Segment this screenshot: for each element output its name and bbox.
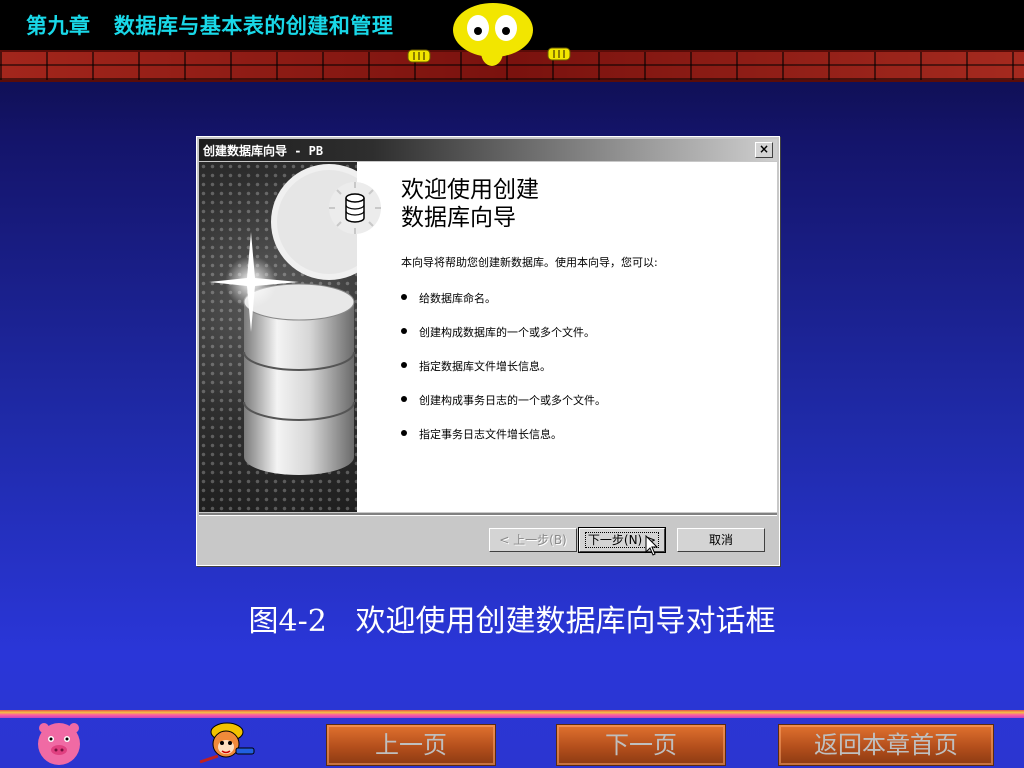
list-item: 创建构成事务日志的一个或多个文件。 — [401, 392, 606, 426]
list-item-text: 指定事务日志文件增长信息。 — [419, 428, 562, 441]
bullet-icon — [401, 396, 407, 402]
dialog-title: 创建数据库向导 - PB — [203, 144, 324, 158]
monkey-king-icon[interactable] — [196, 718, 258, 766]
list-item: 创建构成数据库的一个或多个文件。 — [401, 324, 606, 358]
wizard-content: 欢迎使用创建 数据库向导 本向导将帮助您创建新数据库。使用本向导，您可以: 给数… — [329, 162, 777, 512]
mascot-face-icon — [407, 3, 571, 66]
wizard-intro: 本向导将帮助您创建新数据库。使用本向导，您可以: — [401, 256, 658, 269]
wizard-feature-list: 给数据库命名。 创建构成数据库的一个或多个文件。 指定数据库文件增长信息。 创建… — [401, 290, 606, 460]
chapter-title: 第九章 数据库与基本表的创建和管理 — [26, 14, 394, 38]
bullet-icon — [401, 430, 407, 436]
list-item-text: 指定数据库文件增长信息。 — [419, 360, 551, 373]
wizard-heading: 欢迎使用创建 数据库向导 — [401, 176, 701, 232]
next-page-button[interactable]: 下一页 — [556, 724, 726, 766]
prev-page-button[interactable]: 上一页 — [326, 724, 496, 766]
dialog-titlebar: 创建数据库向导 - PB × — [199, 139, 777, 161]
list-item: 给数据库命名。 — [401, 290, 606, 324]
back-button[interactable]: < 上一步(B) — [489, 528, 577, 552]
bullet-icon — [401, 328, 407, 334]
figure-caption: 图4-2 欢迎使用创建数据库向导对话框 — [248, 604, 776, 639]
cancel-button[interactable]: 取消 — [677, 528, 765, 552]
list-item-text: 创建构成事务日志的一个或多个文件。 — [419, 394, 606, 407]
bullet-icon — [401, 362, 407, 368]
wizard-dialog: 创建数据库向导 - PB × 欢迎使用创建 数据库向导 本向导将帮助您创建新数据… — [196, 136, 780, 566]
list-item: 指定数据库文件增长信息。 — [401, 358, 606, 392]
list-item-text: 创建构成数据库的一个或多个文件。 — [419, 326, 595, 339]
bullet-icon — [401, 294, 407, 300]
list-item-text: 给数据库命名。 — [419, 292, 496, 305]
heading-line-2: 数据库向导 — [401, 205, 516, 231]
mouse-cursor-icon — [645, 535, 659, 556]
footer-divider — [0, 710, 1024, 718]
database-icon — [329, 182, 381, 234]
heading-line-1: 欢迎使用创建 — [401, 177, 539, 203]
list-item: 指定事务日志文件增长信息。 — [401, 426, 606, 460]
dialog-separator — [199, 513, 777, 516]
close-icon[interactable]: × — [755, 142, 773, 158]
dialog-body: 欢迎使用创建 数据库向导 本向导将帮助您创建新数据库。使用本向导，您可以: 给数… — [199, 162, 777, 512]
chapter-home-button[interactable]: 返回本章首页 — [778, 724, 994, 766]
pig-face-icon[interactable] — [34, 720, 84, 766]
